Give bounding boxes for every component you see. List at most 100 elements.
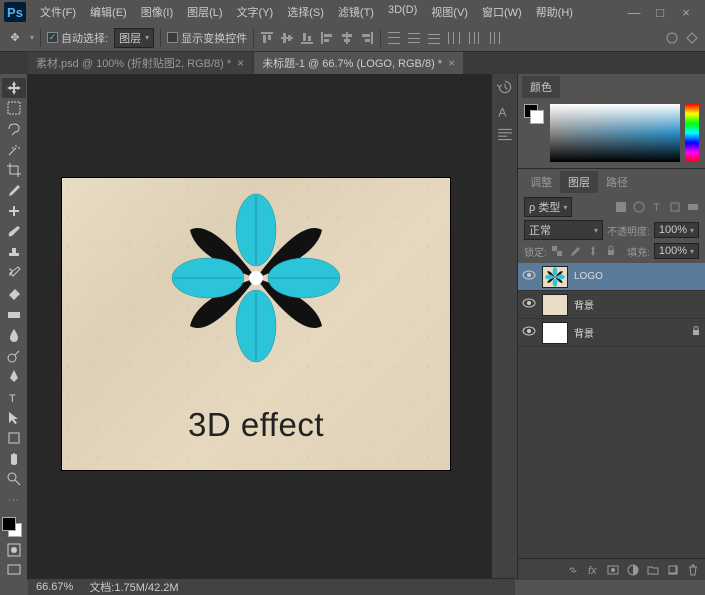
filter-adjustment-icon[interactable] (633, 201, 645, 213)
filter-pixel-icon[interactable] (615, 201, 627, 213)
layer-item[interactable]: 背景 (518, 319, 705, 347)
gradient-tool[interactable] (2, 305, 26, 325)
brush-tool[interactable] (2, 222, 26, 242)
filter-shape-icon[interactable] (669, 201, 681, 213)
layer-item[interactable]: 背景 (518, 291, 705, 319)
transform-controls-checkbox[interactable]: 显示变换控件 (167, 30, 247, 46)
close-tab-icon[interactable]: × (237, 56, 244, 70)
history-brush-tool[interactable] (2, 263, 26, 283)
zoom-level[interactable]: 66.67% (36, 581, 73, 593)
align-left-icon[interactable] (320, 31, 334, 45)
distribute-bottom-icon[interactable] (427, 31, 441, 45)
lock-pixels-icon[interactable] (569, 245, 581, 257)
paragraph-panel-icon[interactable] (496, 126, 514, 144)
align-top-icon[interactable] (260, 31, 274, 45)
lock-position-icon[interactable] (587, 245, 599, 257)
panel-tab[interactable]: 图层 (560, 171, 598, 193)
maximize-button[interactable]: □ (653, 5, 667, 19)
edit-toolbar[interactable]: ⋯ (2, 490, 26, 510)
document-tab[interactable]: 素材.psd @ 100% (折射贴图2, RGB/8) *× (28, 51, 252, 74)
layer-mask-icon[interactable] (607, 564, 619, 576)
screen-mode-toggle[interactable] (2, 560, 26, 580)
shape-tool[interactable] (2, 428, 26, 448)
align-vcenter-icon[interactable] (280, 31, 294, 45)
lock-transparency-icon[interactable] (551, 245, 563, 257)
menu-item[interactable]: 图层(L) (181, 1, 228, 23)
menu-item[interactable]: 视图(V) (425, 1, 474, 23)
lock-all-icon[interactable] (605, 245, 617, 257)
align-hcenter-icon[interactable] (340, 31, 354, 45)
color-tab[interactable]: 颜色 (522, 76, 560, 98)
menu-item[interactable]: 帮助(H) (530, 1, 579, 23)
align-bottom-icon[interactable] (300, 31, 314, 45)
color-picker[interactable] (550, 104, 699, 162)
type-tool[interactable]: T (2, 387, 26, 407)
visibility-toggle[interactable] (522, 324, 536, 341)
zoom-tool[interactable] (2, 470, 26, 490)
minimize-button[interactable]: — (627, 5, 641, 19)
eraser-tool[interactable] (2, 284, 26, 304)
pen-tool[interactable] (2, 367, 26, 387)
canvas-area[interactable]: 3D effect A (28, 74, 517, 580)
fill-input[interactable]: 100%▾ (654, 243, 699, 259)
hue-slider[interactable] (685, 104, 699, 162)
document-tab[interactable]: 未标题-1 @ 66.7% (LOGO, RGB/8) *× (254, 51, 463, 74)
3d-mode-icon[interactable] (665, 31, 679, 45)
color-swatches[interactable] (0, 515, 27, 539)
auto-select-checkbox[interactable]: ✓ 自动选择: (47, 30, 108, 46)
lasso-tool[interactable] (2, 119, 26, 139)
3d-camera-icon[interactable] (685, 31, 699, 45)
blend-mode-dropdown[interactable]: 正常▾ (524, 220, 603, 240)
panel-color-swatches[interactable] (524, 104, 544, 124)
menu-item[interactable]: 选择(S) (281, 1, 330, 23)
distribute-vcenter-icon[interactable] (407, 31, 421, 45)
healing-tool[interactable] (2, 202, 26, 222)
layer-filter-dropdown[interactable]: ρ 类型▾ (524, 197, 572, 217)
document-info[interactable]: 文档:1.75M/42.2M (89, 579, 178, 595)
close-tab-icon[interactable]: × (448, 56, 455, 70)
delete-layer-icon[interactable] (687, 564, 699, 576)
visibility-toggle[interactable] (522, 296, 536, 313)
dodge-tool[interactable] (2, 346, 26, 366)
menu-item[interactable]: 文字(Y) (231, 1, 280, 23)
panel-tab[interactable]: 调整 (522, 171, 560, 193)
distribute-right-icon[interactable] (487, 31, 501, 45)
quick-mask-toggle[interactable] (2, 540, 26, 560)
link-layers-icon[interactable] (567, 564, 579, 576)
menu-item[interactable]: 编辑(E) (84, 1, 133, 23)
filter-type-icon[interactable]: T (651, 201, 663, 213)
crop-tool[interactable] (2, 160, 26, 180)
panel-tab[interactable]: 路径 (598, 171, 636, 193)
marquee-tool[interactable] (2, 99, 26, 119)
eyedropper-tool[interactable] (2, 181, 26, 201)
close-button[interactable]: × (679, 5, 693, 19)
opacity-input[interactable]: 100%▾ (654, 222, 699, 238)
new-layer-icon[interactable] (667, 564, 679, 576)
document-canvas[interactable]: 3D effect (62, 178, 450, 470)
menu-item[interactable]: 文件(F) (34, 1, 82, 23)
history-panel-icon[interactable] (496, 78, 514, 96)
distribute-hcenter-icon[interactable] (467, 31, 481, 45)
visibility-toggle[interactable] (522, 268, 536, 285)
character-panel-icon[interactable]: A (496, 102, 514, 120)
stamp-tool[interactable] (2, 243, 26, 263)
hand-tool[interactable] (2, 449, 26, 469)
wand-tool[interactable] (2, 140, 26, 160)
distribute-left-icon[interactable] (447, 31, 461, 45)
path-select-tool[interactable] (2, 408, 26, 428)
layer-style-icon[interactable]: fx (587, 564, 599, 576)
filter-smart-icon[interactable] (687, 201, 699, 213)
menu-item[interactable]: 窗口(W) (476, 1, 528, 23)
menu-item[interactable]: 图像(I) (135, 1, 179, 23)
foreground-color[interactable] (2, 517, 16, 531)
align-right-icon[interactable] (360, 31, 374, 45)
blur-tool[interactable] (2, 325, 26, 345)
menu-item[interactable]: 3D(D) (382, 1, 423, 23)
menu-item[interactable]: 滤镜(T) (332, 1, 380, 23)
auto-select-dropdown[interactable]: 图层▾ (114, 28, 154, 48)
move-tool[interactable] (2, 78, 26, 98)
layer-item[interactable]: LOGO (518, 263, 705, 291)
group-icon[interactable] (647, 564, 659, 576)
distribute-top-icon[interactable] (387, 31, 401, 45)
adjustment-layer-icon[interactable] (627, 564, 639, 576)
